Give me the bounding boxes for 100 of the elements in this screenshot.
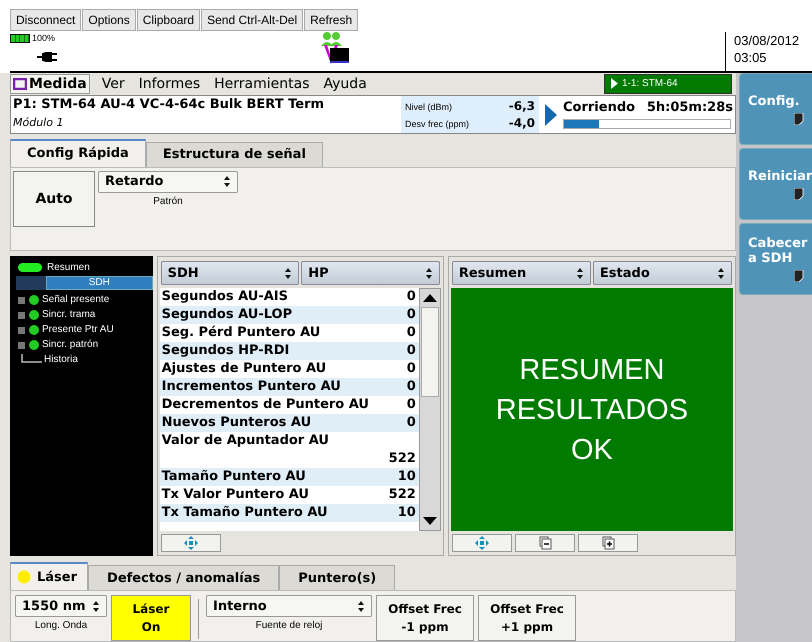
- result-label: Incrementos Puntero AU: [162, 378, 341, 396]
- expand-button[interactable]: [578, 534, 638, 552]
- spinner-icon: [717, 266, 725, 280]
- vnc-logo-icon: [318, 31, 352, 65]
- tree-item[interactable]: Señal presente: [42, 294, 110, 306]
- result-value: 522: [388, 486, 416, 504]
- summary-message: OK: [570, 432, 613, 468]
- clock-source-dropdown[interactable]: Interno: [206, 595, 372, 617]
- result-value: 10: [398, 468, 416, 486]
- spinner-icon: [223, 175, 231, 188]
- move-icon: [184, 536, 198, 550]
- laser-button[interactable]: Láser On: [111, 595, 191, 641]
- elapsed-time: 5h:05m:28s: [646, 100, 733, 115]
- scrollbar[interactable]: [418, 288, 441, 531]
- field-caption: Fuente de reloj: [256, 620, 322, 631]
- result-value: 0: [406, 396, 416, 414]
- result-value: 0: [406, 342, 416, 360]
- result-value: 10: [398, 504, 416, 522]
- spinner-icon: [357, 600, 365, 612]
- result-label: Segundos AU-LOP: [162, 306, 292, 324]
- tab[interactable]: Config Rápida: [10, 138, 146, 167]
- menu-item[interactable]: Informes: [136, 74, 202, 93]
- tree-item[interactable]: Historia: [44, 354, 78, 366]
- category-dropdown[interactable]: HP: [301, 261, 440, 286]
- offset-button[interactable]: Offset Frec +1 ppm: [478, 595, 576, 641]
- battery-icon: [10, 34, 30, 42]
- tree-item[interactable]: Sincr. patrón: [42, 339, 98, 350]
- reading-label: Desv frec (ppm): [405, 118, 470, 129]
- toolbar-button[interactable]: Send Ctrl-Alt-Del: [201, 9, 304, 31]
- category-dropdown[interactable]: Estado: [592, 261, 732, 286]
- field-caption: Patrón: [153, 196, 183, 207]
- reading-label: Nivel (dBm): [405, 102, 452, 112]
- wavelength-dropdown[interactable]: 1550 nm: [15, 595, 107, 617]
- toolbar-button[interactable]: Refresh: [304, 9, 358, 31]
- menu-item[interactable]: Ver: [100, 74, 127, 93]
- status-pill-icon: [18, 263, 42, 272]
- result-label: Nuevos Punteros AU: [162, 414, 312, 432]
- status-dot-icon: [29, 294, 39, 305]
- result-label: Valor de Apuntador AU: [162, 432, 329, 450]
- status-dot-icon: [17, 570, 31, 584]
- time-label: 03:05: [734, 49, 768, 66]
- minus-windows-icon: [538, 536, 552, 550]
- tab[interactable]: Láser: [10, 562, 88, 590]
- result-label: Segundos HP-RDI: [162, 342, 290, 360]
- toolbar-button[interactable]: Options: [82, 9, 136, 31]
- tab[interactable]: Defectos / anomalías: [88, 565, 280, 590]
- screen-icon: [13, 78, 27, 90]
- result-label: Ajustes de Puntero AU: [162, 360, 326, 378]
- toolbar-button[interactable]: Disconnect: [10, 9, 82, 31]
- plus-windows-icon: [600, 536, 615, 550]
- summary-message: RESULTADOS: [496, 392, 688, 428]
- tree-item[interactable]: Resumen: [47, 262, 90, 274]
- tab[interactable]: Puntero(s): [279, 565, 396, 590]
- scroll-down-icon: [422, 517, 437, 525]
- play-icon: [545, 104, 557, 126]
- result-label: Segundos AU-AIS: [162, 288, 288, 306]
- auto-button[interactable]: Auto: [13, 170, 95, 227]
- tree-item[interactable]: Presente Ptr AU: [42, 324, 114, 336]
- category-dropdown[interactable]: Resumen: [452, 261, 591, 286]
- result-value: 0: [406, 378, 416, 396]
- status-dot-icon: [29, 324, 39, 335]
- result-label: Decrementos de Puntero AU: [162, 396, 369, 414]
- move-button[interactable]: [452, 534, 512, 552]
- tab[interactable]: Estructura de señal: [146, 142, 323, 167]
- play-icon: [611, 78, 618, 90]
- toolbar-button[interactable]: Clipboard: [136, 9, 200, 31]
- menu-item[interactable]: Herramientas: [212, 74, 312, 93]
- page-icon: [794, 112, 804, 124]
- scroll-up-icon: [422, 294, 437, 302]
- spinner-icon: [92, 600, 100, 612]
- pattern-dropdown[interactable]: Retardo: [98, 170, 238, 193]
- collapse-button[interactable]: [514, 534, 575, 552]
- tree-item[interactable]: Sincr. trama: [42, 309, 96, 320]
- scroll-thumb[interactable]: [420, 307, 439, 398]
- menu-item[interactable]: Ayuda: [322, 74, 369, 93]
- status-dot-icon: [29, 310, 39, 320]
- summary-message: RESUMEN: [519, 352, 664, 388]
- test-title: P1: STM-64 AU-4 VC-4-64c Bulk BERT Term: [13, 96, 326, 113]
- result-label: Tx Valor Puntero AU: [162, 486, 309, 504]
- plug-icon: [37, 52, 59, 62]
- result-value: 0: [406, 324, 416, 342]
- move-icon: [474, 536, 489, 550]
- menu-item[interactable]: Medida: [10, 74, 90, 94]
- move-button[interactable]: [160, 534, 221, 552]
- tree-item-selected[interactable]: SDH: [46, 276, 153, 290]
- spinner-icon: [576, 266, 584, 280]
- port-label: 1-1: STM-64: [622, 78, 678, 90]
- run-status: Corriendo: [563, 100, 636, 115]
- category-dropdown[interactable]: SDH: [160, 261, 300, 286]
- result-label: Seg. Pérd Puntero AU: [162, 324, 320, 342]
- result-value: 0: [406, 288, 416, 306]
- offset-button[interactable]: Offset Frec -1 ppm: [376, 595, 474, 641]
- page-icon: [794, 270, 804, 282]
- date-label: 03/08/2012: [734, 32, 800, 49]
- module-label: Módulo 1: [13, 116, 64, 129]
- result-label: Tamaño Puntero AU: [162, 468, 306, 486]
- result-label: Tx Tamaño Puntero AU: [162, 504, 328, 522]
- status-dot-icon: [29, 340, 39, 350]
- reading-value: -4,0: [508, 116, 535, 130]
- battery-level: 100%: [32, 33, 56, 43]
